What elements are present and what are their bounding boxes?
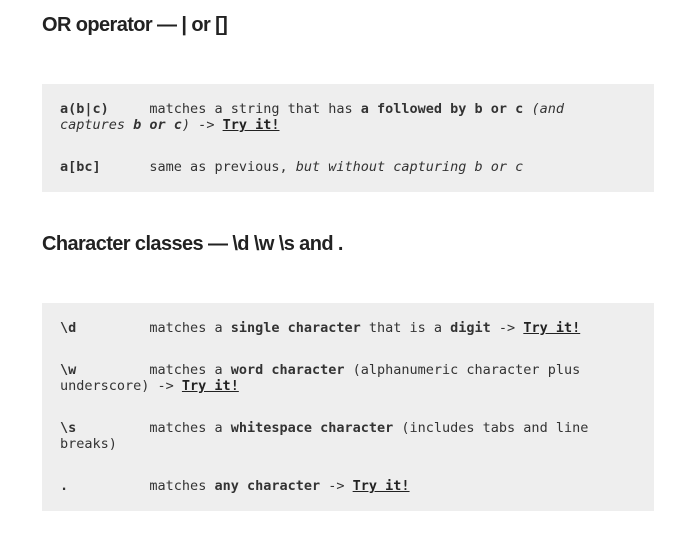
code-block-or-operator: a(b|c) matches a string that has a follo… xyxy=(42,84,654,192)
description-text: single character xyxy=(230,320,361,336)
description-text: matches a xyxy=(149,362,231,378)
description-text: ) -> xyxy=(181,117,223,133)
regex-code: a(b|c) xyxy=(60,101,109,117)
description-text: matches a string that has xyxy=(149,101,361,117)
regex-row: . matches any character -> Try it! xyxy=(60,478,636,494)
regex-row: \s matches a whitespace character (inclu… xyxy=(60,420,636,452)
regex-code: \w xyxy=(60,362,77,378)
try-it-link[interactable]: Try it! xyxy=(523,320,580,336)
regex-code: . xyxy=(60,478,69,494)
regex-row: a(b|c) matches a string that has a follo… xyxy=(60,101,636,133)
description-text: b or c xyxy=(133,117,182,133)
description-text: a followed by b or c xyxy=(360,101,524,117)
section-title-or-operator: OR operator — | or [] xyxy=(42,14,228,36)
description-text: but without capturing b or c xyxy=(295,159,524,175)
try-it-link[interactable]: Try it! xyxy=(353,478,410,494)
code-block-character-classes: \d matches a single character that is a … xyxy=(42,303,654,511)
regex-row: \w matches a word character (alphanumeri… xyxy=(60,362,636,394)
section-title-character-classes: Character classes — \d \w \s and . xyxy=(42,233,343,255)
regex-row: \d matches a single character that is a … xyxy=(60,320,636,336)
regex-code: a[bc] xyxy=(60,159,101,175)
description-text: any character xyxy=(214,478,321,494)
try-it-link[interactable]: Try it! xyxy=(223,117,280,133)
regex-row: a[bc] same as previous, but without capt… xyxy=(60,159,636,175)
description-text: matches xyxy=(149,478,215,494)
description-text: that is a xyxy=(360,320,451,336)
description-text: -> xyxy=(320,478,353,494)
description-text: word character xyxy=(230,362,345,378)
try-it-link[interactable]: Try it! xyxy=(182,378,239,394)
description-text: matches a xyxy=(149,320,231,336)
description-text: whitespace character xyxy=(230,420,394,436)
regex-code: \d xyxy=(60,320,77,336)
description-text: -> xyxy=(490,320,524,336)
description-text: same as previous, xyxy=(149,159,296,175)
regex-code: \s xyxy=(60,420,77,436)
description-text: digit xyxy=(450,320,491,336)
description-text: matches a xyxy=(149,420,231,436)
